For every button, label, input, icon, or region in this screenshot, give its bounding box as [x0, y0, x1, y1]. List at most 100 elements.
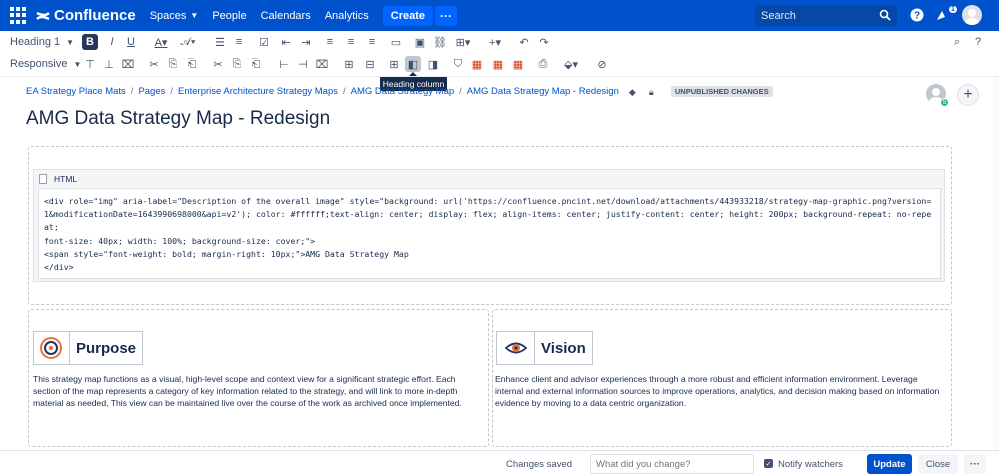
column-before-icon[interactable]: ⊢: [276, 56, 292, 72]
text-style-value: Heading 1: [10, 36, 61, 48]
align-right-button[interactable]: ≡: [364, 34, 380, 50]
help-icon[interactable]: ?: [908, 6, 926, 24]
row-before-icon[interactable]: ⊤: [82, 56, 98, 72]
search-icon: [879, 9, 891, 21]
label-tag-icon[interactable]: ◆: [629, 87, 639, 97]
user-avatar[interactable]: [962, 5, 982, 25]
help-icon[interactable]: ?: [970, 34, 986, 50]
chevron-down-icon: ▼: [66, 37, 75, 47]
link-icon[interactable]: ⛓: [432, 34, 448, 50]
delete-table-icon[interactable]: ⊘: [594, 56, 610, 72]
breadcrumb-link[interactable]: Enterprise Architecture Strategy Maps: [178, 86, 338, 97]
redo-icon[interactable]: ↷: [536, 34, 552, 50]
copy-row-icon[interactable]: ⎘: [165, 56, 181, 72]
merge-cells-icon[interactable]: ⊞: [341, 56, 357, 72]
save-status: Changes saved: [506, 459, 573, 470]
cut-column-icon[interactable]: ✂: [210, 56, 226, 72]
copy-column-icon[interactable]: ⎘: [229, 56, 245, 72]
italic-button[interactable]: I: [104, 34, 120, 50]
table-width-value: Responsive: [10, 58, 68, 70]
search-input[interactable]: Search: [755, 5, 897, 26]
numbered-list-button[interactable]: ≡: [231, 34, 247, 50]
split-cell-icon[interactable]: ⊟: [362, 56, 378, 72]
delete-row-icon[interactable]: ⌧: [120, 56, 136, 72]
macro-code-body[interactable]: <div role="img" aria-label="Description …: [38, 188, 941, 279]
heading-column-icon[interactable]: ◧: [405, 56, 421, 72]
breadcrumb-link[interactable]: Pages: [138, 86, 165, 97]
cut-row-icon[interactable]: ✂: [146, 56, 162, 72]
paste-row-icon[interactable]: ⎗: [184, 56, 200, 72]
purpose-text[interactable]: This strategy map functions as a visual,…: [33, 374, 483, 409]
undo-icon[interactable]: ↶: [516, 34, 532, 50]
more-options-button[interactable]: ···: [964, 454, 986, 474]
insert-more-button[interactable]: +▾: [484, 34, 506, 50]
chart-icon-2[interactable]: ▦: [490, 56, 506, 72]
align-left-button[interactable]: ≡: [322, 34, 338, 50]
table-button[interactable]: ⊞▾: [452, 34, 474, 50]
chevron-down-icon: ▼: [73, 59, 82, 69]
page-title[interactable]: AMG Data Strategy Map - Redesign: [26, 108, 330, 130]
close-button[interactable]: Close: [918, 454, 958, 474]
numbered-column-icon[interactable]: ◨: [425, 56, 441, 72]
notification-count-badge: 1: [949, 6, 957, 13]
underline-button[interactable]: U: [123, 34, 139, 50]
table-style-icon[interactable]: ⬙▾: [560, 56, 582, 72]
create-more-button[interactable]: ···: [435, 5, 457, 26]
vision-text[interactable]: Enhance client and advisor experiences t…: [495, 374, 947, 409]
toolbar-divider: [0, 76, 999, 77]
nav-people[interactable]: People: [212, 10, 246, 22]
bold-button[interactable]: B: [82, 34, 98, 50]
table-width-select[interactable]: Responsive ▼: [10, 58, 81, 70]
nav-label: Spaces: [149, 9, 187, 22]
more-formatting-button[interactable]: 𝒜▾: [177, 34, 199, 50]
vision-label: Vision: [541, 339, 586, 357]
paste-column-icon[interactable]: ⎗: [248, 56, 264, 72]
cell-color-icon[interactable]: ⛉: [450, 56, 466, 72]
invite-button[interactable]: +: [957, 84, 979, 106]
purpose-heading-table[interactable]: Purpose: [33, 331, 143, 365]
bullet-list-button[interactable]: ☰: [212, 34, 228, 50]
update-button[interactable]: Update: [867, 454, 912, 474]
confluence-logo[interactable]: Confluence: [36, 7, 136, 24]
breadcrumb-link[interactable]: AMG Data Strategy Map - Redesign: [467, 86, 619, 97]
confluence-logo-icon: [36, 11, 50, 20]
chevron-down-icon: ▼: [190, 11, 199, 20]
macro-header: HTML: [34, 170, 944, 188]
nav-spaces[interactable]: Spaces ▼: [150, 10, 199, 22]
chart-icon-3[interactable]: ▦: [510, 56, 526, 72]
task-list-button[interactable]: ☑: [256, 34, 272, 50]
restrictions-lock-icon[interactable]: 🔒︎: [649, 87, 659, 97]
nav-analytics[interactable]: Analytics: [325, 10, 369, 22]
editor-toolbar-primary: Heading 1 ▼ B I U A▾ 𝒜▾ ☰ ≡ ☑ ⇤ ⇥ ≡ ≡ ≡ ▭…: [0, 31, 999, 53]
chart-icon[interactable]: ▦: [469, 56, 485, 72]
eye-icon: [497, 332, 535, 364]
heading-row-icon[interactable]: ⊞: [386, 56, 402, 72]
scrollbar[interactable]: [993, 77, 999, 450]
nav-calendars[interactable]: Calendars: [261, 10, 311, 22]
app-switcher-icon[interactable]: [10, 6, 28, 25]
column-after-icon[interactable]: ⊣: [295, 56, 311, 72]
row-after-icon[interactable]: ⊥: [101, 56, 117, 72]
breadcrumb-link[interactable]: AMG Data Strategy Map: [351, 86, 454, 97]
align-center-button[interactable]: ≡: [343, 34, 359, 50]
purpose-label: Purpose: [75, 339, 136, 357]
outdent-button[interactable]: ⇤: [278, 34, 294, 50]
collaborator-count-badge: 5: [940, 98, 949, 107]
html-macro[interactable]: HTML <div role="img" aria-label="Descrip…: [33, 169, 945, 282]
delete-column-icon[interactable]: ⌧: [314, 56, 330, 72]
notify-label[interactable]: Notify watchers: [778, 459, 843, 470]
create-button[interactable]: Create: [382, 5, 433, 26]
text-color-button[interactable]: A▾: [150, 34, 172, 50]
text-style-select[interactable]: Heading 1 ▼: [10, 36, 74, 48]
indent-button[interactable]: ⇥: [298, 34, 314, 50]
page-layout-button[interactable]: ▭: [388, 34, 404, 50]
notifications-icon[interactable]: [932, 6, 950, 24]
table-properties-icon[interactable]: ⎙: [535, 56, 551, 72]
nav-label: Calendars: [260, 9, 311, 22]
notify-checkbox[interactable]: ✓: [764, 459, 773, 468]
vision-heading-table[interactable]: Vision: [496, 331, 593, 365]
breadcrumb-link[interactable]: EA Strategy Place Mats: [26, 86, 126, 97]
change-comment-input[interactable]: [590, 454, 754, 474]
find-icon[interactable]: ⌕: [949, 34, 965, 50]
image-icon[interactable]: ▣: [412, 34, 428, 50]
